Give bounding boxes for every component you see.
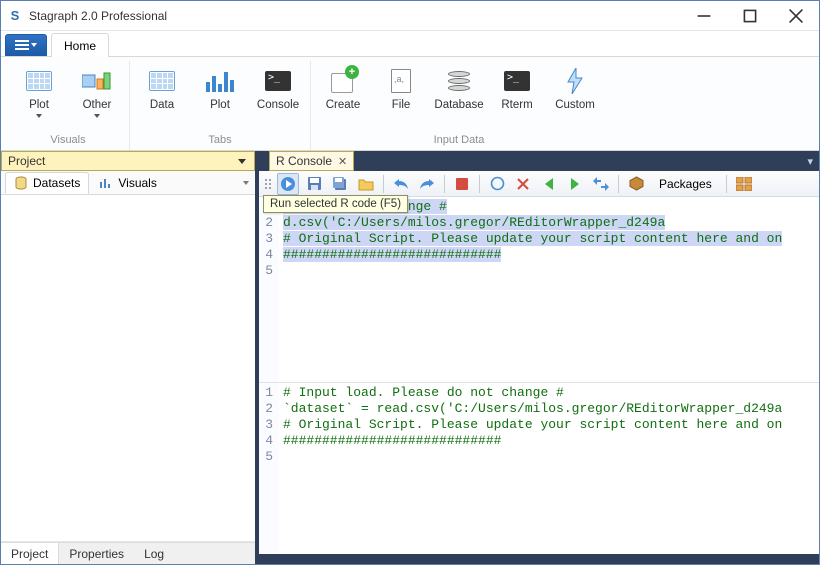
database-icon [443,65,475,97]
ribbon-group-label: Tabs [138,131,302,150]
ribbon-group-tabs: Data Plot Console Tabs [130,61,311,150]
ribbon-group-input-data: Create File Database Rterm Custom Input [311,61,607,150]
layout-button[interactable] [733,173,755,195]
run-button[interactable]: Run selected R code (F5) [277,173,299,195]
terminal-icon [501,65,533,97]
ribbon-tabstrip: Home [1,31,819,57]
cancel-button[interactable] [512,173,534,195]
file-icon [385,65,417,97]
ribbon-group-label: Visuals [15,131,121,150]
left-bottom-tabs: Project Properties Log [1,542,255,564]
console-panel-header: R Console ✕ ▾ [265,151,819,171]
script-editor-bottom[interactable]: 12345 # Input load. Please do not change… [259,383,819,554]
step-back-button[interactable] [538,173,560,195]
application-menu-button[interactable] [5,34,47,56]
tab-visuals[interactable]: Visuals [91,172,164,194]
script-editor-top[interactable]: 12345 lease do not change #d.csv('C:/Use… [259,197,819,383]
ribbon-input-file[interactable]: File [377,61,425,131]
panel-options-icon[interactable]: ▾ [807,155,813,168]
minimize-button[interactable] [681,1,727,31]
bars-icon [99,177,113,189]
ribbon: Plot Other Visuals Data Plot [1,57,819,151]
undo-button[interactable] [390,173,412,195]
step-forward-button[interactable] [564,173,586,195]
chart-mixed-icon [81,65,113,97]
ribbon-input-create[interactable]: Create [319,61,367,131]
ribbon-tabs-data[interactable]: Data [138,61,186,131]
stop-button[interactable] [451,173,473,195]
ribbon-input-custom[interactable]: Custom [551,61,599,131]
chevron-down-icon [238,159,246,164]
database-icon [14,176,28,190]
toolbar-grip [265,179,271,189]
bolt-icon [559,65,591,97]
close-tab-icon[interactable]: ✕ [338,155,347,168]
panel-footer-band [259,554,819,564]
packages-button[interactable]: Packages [651,173,720,195]
tab-datasets[interactable]: Datasets [5,172,89,194]
close-button[interactable] [773,1,819,31]
tab-overflow-icon[interactable] [243,181,249,185]
bottom-tab-log[interactable]: Log [134,543,174,564]
titlebar: S Stagraph 2.0 Professional [1,1,819,31]
tab-label: R Console [276,154,332,168]
project-tree[interactable] [1,195,255,542]
terminal-icon [262,65,294,97]
window-title: Stagraph 2.0 Professional [29,9,167,23]
r-console-panel: Run selected R code (F5) Packages [259,171,819,564]
ribbon-visuals-other[interactable]: Other [73,61,121,131]
bottom-tab-properties[interactable]: Properties [59,543,134,564]
ribbon-tabs-console[interactable]: Console [254,61,302,131]
save-button[interactable] [303,173,325,195]
tooltip-run-selected: Run selected R code (F5) [263,195,408,213]
create-icon [327,65,359,97]
ribbon-input-rterm[interactable]: Rterm [493,61,541,131]
tab-r-console[interactable]: R Console ✕ [269,151,354,171]
workspace: Datasets Visuals Project Properties Log … [1,171,819,564]
ribbon-group-visuals: Plot Other Visuals [7,61,130,150]
panel-header-band: Project R Console ✕ ▾ [1,151,819,171]
project-subtabs: Datasets Visuals [1,171,255,195]
sync-button[interactable] [590,173,612,195]
bars-icon [204,65,236,97]
project-panel: Datasets Visuals Project Properties Log [1,171,259,564]
redo-button[interactable] [416,173,438,195]
ribbon-input-database[interactable]: Database [435,61,483,131]
bottom-tab-project[interactable]: Project [1,543,59,564]
editor-area: 12345 lease do not change #d.csv('C:/Use… [259,197,819,554]
save-all-button[interactable] [329,173,351,195]
project-panel-title: Project [8,154,238,168]
maximize-button[interactable] [727,1,773,31]
app-icon: S [7,8,23,24]
ribbon-tabs-plot[interactable]: Plot [196,61,244,131]
open-button[interactable] [355,173,377,195]
ribbon-visuals-plot[interactable]: Plot [15,61,63,131]
project-panel-header[interactable]: Project [1,151,255,171]
chart-grid-icon [23,65,55,97]
clear-button[interactable] [486,173,508,195]
r-console-toolbar: Run selected R code (F5) Packages [259,171,819,197]
package-button[interactable] [625,173,647,195]
ribbon-group-label: Input Data [319,131,599,150]
table-icon [146,65,178,97]
tab-home[interactable]: Home [51,33,109,57]
